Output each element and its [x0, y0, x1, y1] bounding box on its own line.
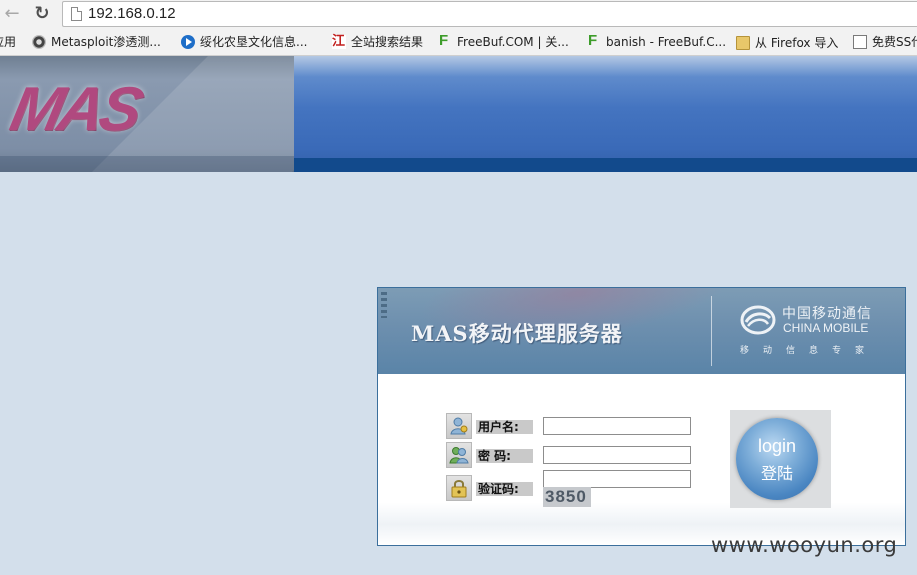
play-icon [181, 35, 195, 49]
bookmark-label: 应用 [0, 35, 17, 49]
users-icon [446, 442, 472, 468]
captcha-image[interactable]: 3850 [543, 487, 591, 507]
bookmark-suihua[interactable]: 绥化农垦文化信息... [181, 34, 307, 52]
url-text[interactable]: 192.168.0.12 [88, 5, 176, 22]
reload-icon[interactable]: ↻ [30, 2, 54, 26]
login-button-frame: login 登陆 [730, 410, 831, 508]
header-logo-area: MAS [0, 56, 294, 172]
banner-grip [381, 292, 387, 318]
bookmark-label: banish - FreeBuf.C... [606, 35, 727, 49]
freebuf-icon [438, 33, 452, 49]
folder-icon [736, 36, 750, 50]
login-button[interactable]: login 登陆 [736, 418, 818, 500]
browser-toolbar: ← ↻ 192.168.0.12 [0, 0, 917, 29]
bookmark-label: 免费SS代 [872, 35, 917, 49]
china-mobile-cn: 中国移动通信 [782, 306, 872, 322]
bookmark-label: 从 Firefox 导入 [755, 36, 839, 50]
page-icon [853, 35, 867, 49]
bookmark-banish[interactable]: banish - FreeBuf.C... [587, 33, 727, 52]
lock-icon [446, 475, 472, 501]
bookmark-label: 全站搜索结果 [351, 35, 424, 49]
login-label-en: login [757, 436, 797, 456]
login-label-cn: 登陆 [760, 464, 793, 483]
header-banner [294, 56, 917, 172]
login-panel: MAS移动代理服务器 中国移动通信 CHINA MOBILE 移动信息专家 用户… [377, 287, 906, 546]
username-input[interactable] [543, 417, 691, 435]
bookmark-label: 绥化农垦文化信息... [200, 35, 308, 49]
mas-logo: MAS [4, 75, 146, 144]
bookmark-free-ss[interactable]: 免费SS代 [853, 34, 917, 52]
banner-divider [711, 296, 712, 366]
bookmark-freebuf[interactable]: FreeBuf.COM | 关... [438, 33, 569, 52]
china-mobile-en: CHINA MOBILE [783, 321, 869, 335]
bookmark-metasploit[interactable]: Metasploit渗透测... [32, 34, 161, 52]
back-arrow-icon[interactable]: ← [0, 2, 24, 26]
login-form: 用户名: 密 码: 验证码: 3850 login 登陆 [378, 374, 905, 545]
bookmarks-bar: 应用 Metasploit渗透测... 绥化农垦文化信息... 全站搜索结果 F… [0, 29, 917, 56]
bookmark-site-search[interactable]: 全站搜索结果 [332, 34, 423, 52]
address-bar[interactable]: 192.168.0.12 [62, 1, 917, 27]
china-mobile-logo-icon [740, 305, 776, 335]
bookmark-firefox-import[interactable]: 从 Firefox 导入 [736, 34, 838, 52]
username-label: 用户名: [476, 420, 533, 434]
password-label: 密 码: [476, 449, 533, 463]
brand-slogan: 移动信息专家 [740, 346, 879, 356]
panel-title: MAS移动代理服务器 [411, 321, 623, 346]
captcha-label: 验证码: [476, 482, 533, 496]
user-icon [446, 413, 472, 439]
page-icon [71, 7, 82, 21]
metasploit-icon [32, 35, 46, 49]
bookmark-label: Metasploit渗透测... [51, 35, 161, 49]
watermark: www.wooyun.org [711, 533, 898, 557]
search-site-icon [332, 34, 346, 50]
freebuf-icon [587, 33, 601, 49]
password-input[interactable] [543, 446, 691, 464]
bookmark-label: FreeBuf.COM | 关... [457, 35, 569, 49]
site-header: MAS [0, 56, 917, 172]
login-banner: MAS移动代理服务器 中国移动通信 CHINA MOBILE 移动信息专家 [378, 288, 905, 374]
captcha-input[interactable] [543, 470, 691, 488]
bookmark-apps[interactable]: 应用 [0, 34, 16, 52]
